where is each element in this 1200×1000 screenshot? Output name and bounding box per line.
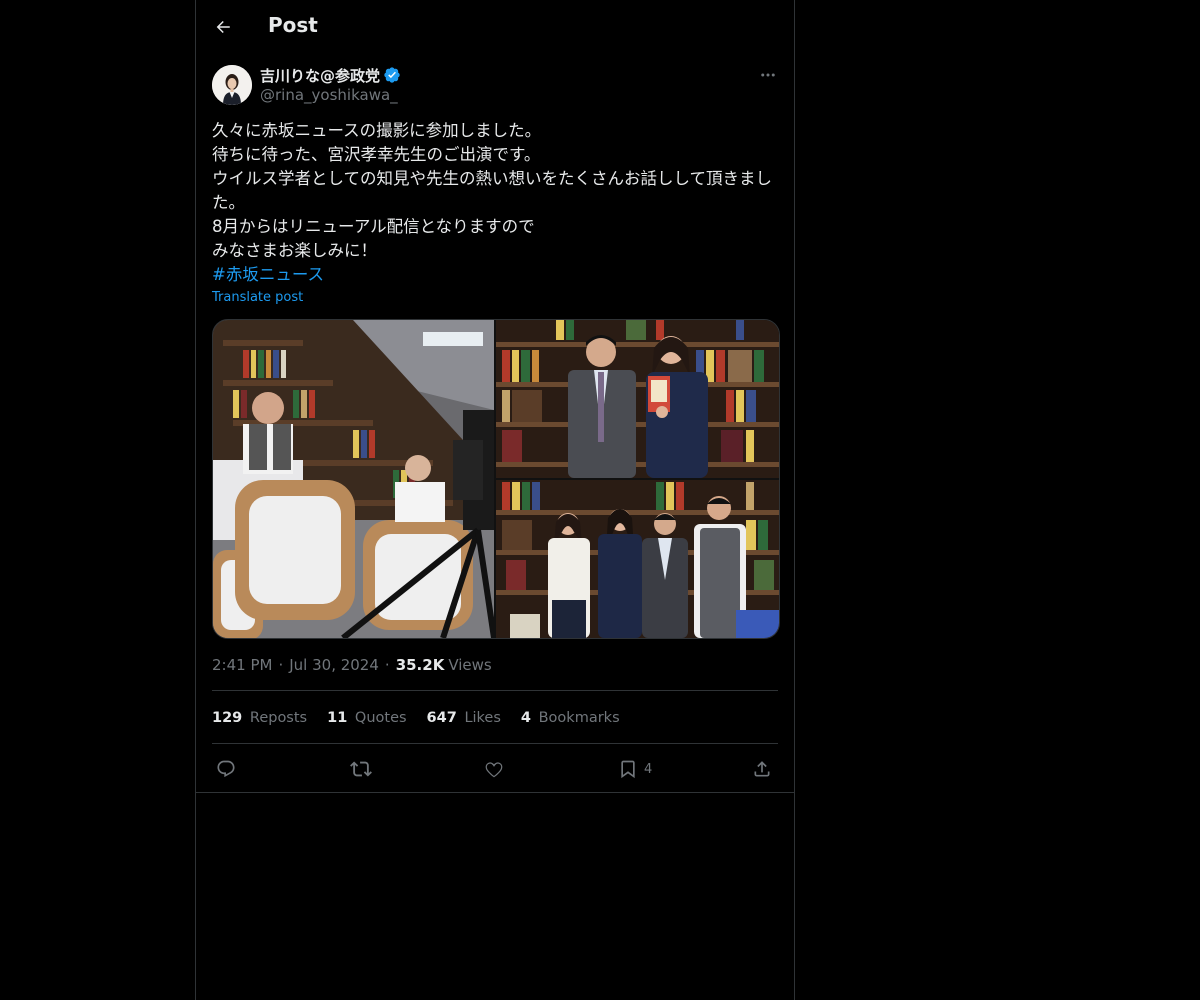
bookmarks-count: 4 (520, 710, 531, 726)
avatar[interactable] (212, 65, 252, 105)
page-title: Post (268, 13, 318, 37)
author-handle[interactable]: @rina_yoshikawa_ (260, 86, 398, 104)
likes-count: 647 (426, 710, 457, 726)
photo-studio-camera[interactable] (213, 320, 494, 638)
photo-two-people[interactable] (496, 320, 779, 478)
action-bar: 4 (212, 757, 778, 781)
more-button[interactable] (758, 65, 778, 85)
post-text-line: ウイルス学者としての知見や先生の熱い想いをたくさんお話しして頂きました。 (212, 169, 773, 212)
author-name-row: 吉川りな@参政党 (260, 65, 401, 85)
like-icon (485, 762, 503, 778)
bookmark-action-count: 4 (644, 761, 653, 777)
meta-separator: · (384, 656, 390, 674)
likes-stat[interactable]: 647 Likes (427, 710, 501, 726)
quotes-stat[interactable]: 11 Quotes (327, 710, 406, 726)
divider (196, 792, 794, 793)
back-arrow-icon (216, 21, 230, 33)
like-button[interactable] (484, 757, 504, 781)
views-count: 35.2K (395, 656, 445, 674)
post-text-line: 久々に赤坂ニュースの撮影に参加しました。 (212, 121, 542, 140)
share-button[interactable] (752, 757, 772, 781)
bookmark-icon (621, 760, 635, 779)
divider (212, 690, 778, 691)
reposts-count: 129 (212, 710, 243, 726)
verified-badge-icon (384, 67, 400, 83)
quotes-label: Quotes (354, 710, 407, 726)
post-text-line: 待ちに待った、宮沢孝幸先生のご出演です。 (212, 145, 541, 164)
back-button[interactable] (210, 12, 236, 42)
engagement-stats: 129 Reposts 11 Quotes 647 Likes 4 Bookma… (212, 708, 640, 728)
post-meta: 2:41 PM · Jul 30, 2024 · 35.2K Views (212, 655, 492, 675)
divider (212, 743, 778, 744)
hashtag-link[interactable]: #赤坂ニュース (212, 263, 778, 287)
post-column: Post 吉川りな@参政党 @rina_yoshikawa_ 久々に赤坂ニュース… (195, 0, 795, 1000)
reply-button[interactable] (216, 757, 236, 781)
top-bar: Post (196, 0, 794, 53)
quotes-count: 11 (327, 710, 348, 726)
likes-label: Likes (464, 710, 501, 726)
post-text-line: 8月からはリニューアル配信となりますので (212, 217, 535, 236)
repost-icon (350, 761, 372, 777)
more-icon (761, 73, 775, 77)
post-text: 久々に赤坂ニュースの撮影に参加しました。 待ちに待った、宮沢孝幸先生のご出演です… (212, 119, 778, 287)
share-icon (754, 761, 770, 777)
reply-icon (217, 760, 235, 778)
media-grid (212, 319, 780, 639)
post-date[interactable]: Jul 30, 2024 (289, 656, 379, 674)
author-name[interactable]: 吉川りな@参政党 (260, 65, 380, 86)
repost-button[interactable] (350, 757, 372, 781)
reposts-stat[interactable]: 129 Reposts (212, 710, 307, 726)
reposts-label: Reposts (249, 710, 308, 726)
bookmarks-stat[interactable]: 4 Bookmarks (521, 710, 620, 726)
bookmark-button[interactable]: 4 (618, 757, 652, 781)
bookmarks-label: Bookmarks (538, 710, 620, 726)
post-text-line: みなさまお楽しみに！ (212, 241, 377, 260)
photo-four-people[interactable] (496, 480, 779, 638)
views-label: Views (448, 656, 492, 674)
post-time[interactable]: 2:41 PM (212, 656, 272, 674)
meta-separator: · (278, 656, 284, 674)
translate-post-link[interactable]: Translate post (212, 290, 303, 305)
